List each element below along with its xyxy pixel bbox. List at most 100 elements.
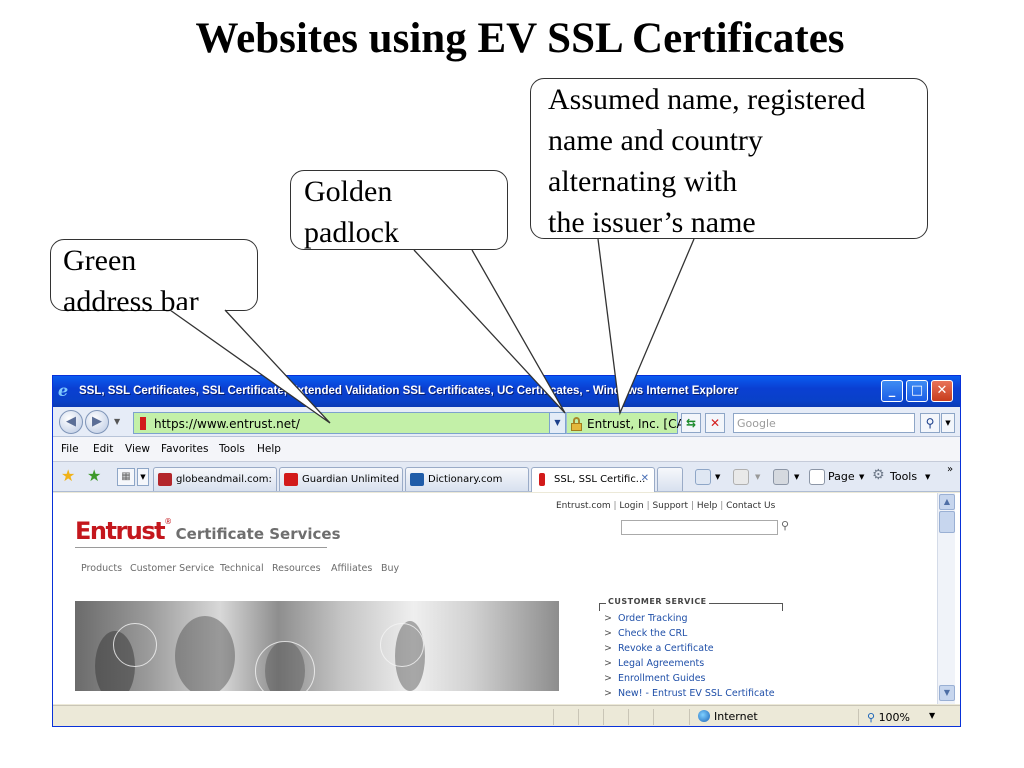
- nav-buy[interactable]: Buy: [381, 563, 399, 574]
- nav-products[interactable]: Products: [81, 563, 122, 574]
- history-dropdown-icon[interactable]: ▼: [114, 417, 120, 426]
- menu-view[interactable]: View: [125, 443, 150, 455]
- menu-help[interactable]: Help: [257, 443, 281, 455]
- print-icon[interactable]: [773, 469, 789, 485]
- status-divider: [653, 709, 654, 725]
- callout-line: address bar: [63, 285, 199, 318]
- page-content: Entrust.com | Login | Support | Help | C…: [53, 493, 960, 704]
- status-divider: [553, 709, 554, 725]
- callout-names: Assumed name, registered name and countr…: [530, 78, 928, 239]
- cs-link-check-crl[interactable]: > Check the CRL: [604, 628, 687, 639]
- entrust-logo[interactable]: Entrust® Certificate Services: [75, 517, 341, 545]
- nav-resources[interactable]: Resources: [272, 563, 321, 574]
- chevron-icon: >: [604, 628, 612, 639]
- logo-brand: Entrust: [75, 517, 166, 545]
- chevron-icon: >: [604, 613, 612, 624]
- cs-link-enrollment[interactable]: > Enrollment Guides: [604, 673, 706, 684]
- address-bar[interactable]: https://www.entrust.net/: [133, 412, 550, 434]
- tab-globeandmail[interactable]: globeandmail.com: ...: [153, 467, 277, 491]
- favorites-star-icon[interactable]: ★: [61, 468, 75, 484]
- home-dropdown-icon[interactable]: ▼: [715, 473, 720, 481]
- refresh-button[interactable]: ⇆: [681, 413, 701, 433]
- security-zone[interactable]: Internet: [698, 710, 758, 723]
- address-dropdown-icon[interactable]: ▼: [550, 412, 566, 434]
- feeds-icon[interactable]: [733, 469, 749, 485]
- status-divider: [858, 709, 859, 725]
- address-url[interactable]: https://www.entrust.net/: [154, 417, 300, 431]
- feeds-dropdown-icon[interactable]: ▼: [755, 473, 760, 481]
- top-links: Entrust.com | Login | Support | Help | C…: [556, 501, 775, 511]
- tab-list-dropdown-icon[interactable]: ▼: [137, 468, 149, 486]
- tab-label: SSL, SSL Certific...: [554, 474, 646, 485]
- logo-subtitle: Certificate Services: [175, 525, 341, 543]
- tab-dictionary[interactable]: Dictionary.com: [405, 467, 529, 491]
- globe-icon: [698, 710, 710, 722]
- link-contact-us[interactable]: Contact Us: [726, 501, 775, 511]
- hero-ring: [380, 623, 424, 667]
- forward-button[interactable]: ▶: [85, 410, 109, 434]
- gear-icon[interactable]: ⚙: [872, 467, 885, 483]
- link-login[interactable]: Login: [619, 501, 643, 511]
- page-menu[interactable]: Page: [828, 470, 855, 483]
- close-tab-icon[interactable]: ✕: [641, 473, 649, 484]
- chevron-icon: >: [604, 688, 612, 699]
- home-icon[interactable]: [695, 469, 711, 485]
- zoom-level[interactable]: ⚲ 100%: [867, 711, 910, 724]
- link-support[interactable]: Support: [652, 501, 688, 511]
- print-dropdown-icon[interactable]: ▼: [794, 473, 799, 481]
- customer-service-title: CUSTOMER SERVICE: [606, 597, 709, 606]
- scroll-down-icon[interactable]: ▼: [939, 685, 955, 701]
- nav-affiliates[interactable]: Affiliates: [331, 563, 372, 574]
- tab-guardian[interactable]: Guardian Unlimited: [279, 467, 403, 491]
- cs-link-legal[interactable]: > Legal Agreements: [604, 658, 704, 669]
- more-commands-icon[interactable]: »: [947, 464, 953, 475]
- link-help[interactable]: Help: [697, 501, 718, 511]
- cs-link-order-tracking[interactable]: > Order Tracking: [604, 613, 688, 624]
- menu-edit[interactable]: Edit: [93, 443, 113, 455]
- close-button[interactable]: ✕: [931, 380, 953, 402]
- menu-bar: File Edit View Favorites Tools Help: [53, 437, 960, 462]
- page-icon[interactable]: [809, 469, 825, 485]
- minimize-button[interactable]: _: [881, 380, 903, 402]
- maximize-button[interactable]: □: [906, 380, 928, 402]
- tab-favicon-icon: [410, 473, 424, 486]
- nav-customer-service[interactable]: Customer Service: [130, 563, 214, 574]
- quick-tabs-icon[interactable]: ▦: [117, 468, 135, 486]
- tab-ssl-active[interactable]: SSL, SSL Certific... ✕: [531, 467, 655, 492]
- link-entrust-com[interactable]: Entrust.com: [556, 501, 611, 511]
- zoom-dropdown-icon[interactable]: ▼: [929, 711, 935, 720]
- hero-ring: [255, 641, 315, 691]
- tools-menu[interactable]: Tools: [890, 470, 917, 483]
- callout-line: Green: [63, 244, 137, 277]
- menu-file[interactable]: File: [61, 443, 79, 455]
- security-identity-panel[interactable]: Entrust, Inc. [CA]: [566, 412, 689, 434]
- identity-text: Entrust, Inc. [CA]: [587, 417, 690, 431]
- callout-line: name and country: [548, 124, 763, 157]
- new-tab-button[interactable]: [657, 467, 683, 491]
- tools-dropdown-icon[interactable]: ▼: [925, 473, 930, 481]
- menu-favorites[interactable]: Favorites: [161, 443, 208, 455]
- callout-golden-padlock: Golden padlock: [290, 170, 508, 250]
- vertical-scrollbar[interactable]: ▲ ▼: [937, 493, 955, 704]
- zoom-icon: ⚲: [867, 711, 876, 724]
- cs-link-revoke[interactable]: > Revoke a Certificate: [604, 643, 714, 654]
- scroll-thumb[interactable]: [939, 511, 955, 533]
- search-input[interactable]: Google: [733, 413, 915, 433]
- search-icon[interactable]: ⚲: [781, 519, 789, 532]
- chevron-icon: >: [604, 643, 612, 654]
- search-icon[interactable]: ⚲: [920, 413, 940, 433]
- menu-tools[interactable]: Tools: [219, 443, 245, 455]
- cs-link-ev-ssl[interactable]: > New! - Entrust EV SSL Certificate: [604, 688, 775, 699]
- scroll-up-icon[interactable]: ▲: [939, 494, 955, 510]
- hero-ring: [113, 623, 157, 667]
- site-search-input[interactable]: [621, 520, 778, 535]
- search-options-dropdown-icon[interactable]: ▼: [941, 413, 955, 433]
- padlock-icon: [571, 417, 582, 431]
- stop-button[interactable]: ✕: [705, 413, 725, 433]
- add-favorites-icon[interactable]: ★: [87, 468, 101, 484]
- page-dropdown-icon[interactable]: ▼: [859, 473, 864, 481]
- hero-image: [75, 601, 559, 691]
- nav-technical[interactable]: Technical: [220, 563, 264, 574]
- back-button[interactable]: ◀: [59, 410, 83, 434]
- tab-label: Guardian Unlimited: [302, 474, 400, 485]
